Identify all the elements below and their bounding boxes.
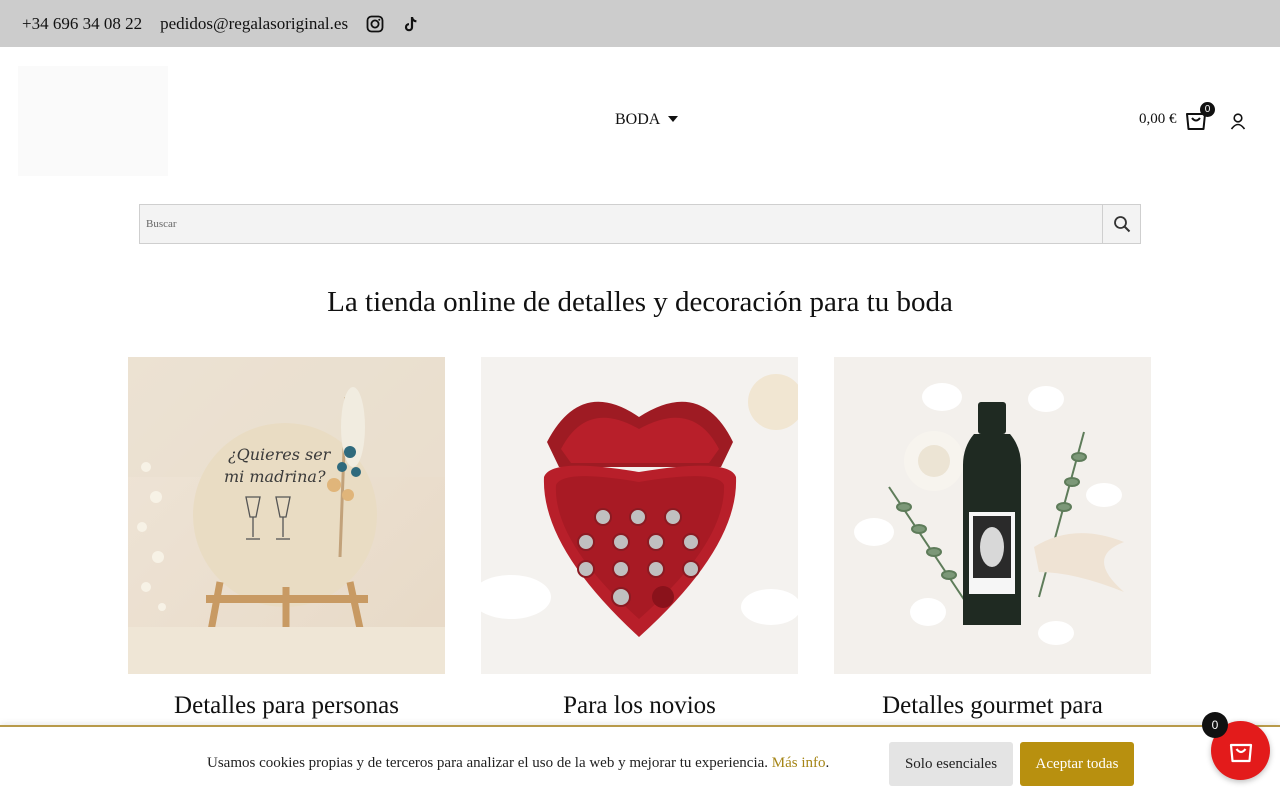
category-title[interactable]: Para los novios	[481, 692, 798, 720]
category-image-gourmet[interactable]	[834, 357, 1151, 674]
tiktok-icon[interactable]	[402, 15, 420, 33]
nav-item-label: BODA	[615, 111, 661, 128]
cookie-message: Usamos cookies propias y de terceros par…	[207, 755, 830, 771]
cookie-more-info-link[interactable]: Más info	[772, 755, 826, 771]
phone-number[interactable]: +34 696 34 08 22	[22, 14, 142, 34]
category-title[interactable]: Detalles gourmet para	[834, 692, 1151, 720]
search-bar	[139, 204, 1141, 244]
category-card-gourmet[interactable]: Detalles gourmet para	[834, 357, 1151, 720]
search-input[interactable]	[140, 205, 1102, 243]
cart-total[interactable]: 0,00 €	[1139, 111, 1177, 128]
instagram-icon[interactable]	[366, 15, 384, 33]
category-card-personas[interactable]: ¿Quieres ser mi madrina? Detalles para p…	[128, 357, 445, 720]
user-account-icon[interactable]	[1229, 112, 1247, 130]
cookie-consent-bar: Usamos cookies propias y de terceros par…	[0, 725, 1280, 800]
card-script-line2: mi madrina?	[224, 467, 326, 486]
nav-item-boda[interactable]: BODA	[615, 111, 679, 129]
cart-count-badge: 0	[1200, 102, 1215, 117]
shopping-bag-icon	[1229, 743, 1252, 762]
category-card-novios[interactable]: Para los novios	[481, 357, 798, 720]
search-button[interactable]	[1102, 205, 1140, 243]
category-image-novios[interactable]	[481, 357, 798, 674]
category-image-personas[interactable]: ¿Quieres ser mi madrina?	[128, 357, 445, 674]
card-script-line1: ¿Quieres ser	[228, 445, 332, 464]
site-logo[interactable]	[18, 66, 168, 176]
cookie-essentials-button[interactable]: Solo esenciales	[889, 742, 1013, 786]
page-headline: La tienda online de detalles y decoració…	[327, 286, 953, 318]
top-contact-bar: +34 696 34 08 22 pedidos@regalasoriginal…	[0, 0, 1280, 47]
cookie-accept-all-button[interactable]: Aceptar todas	[1020, 742, 1134, 786]
caret-down-icon	[668, 116, 679, 122]
category-title[interactable]: Detalles para personas	[128, 692, 445, 720]
floating-cart-count-badge: 0	[1202, 712, 1228, 738]
search-icon	[1113, 216, 1130, 233]
email-link[interactable]: pedidos@regalasoriginal.es	[160, 14, 348, 34]
cookie-message-text: Usamos cookies propias y de terceros par…	[207, 755, 769, 771]
